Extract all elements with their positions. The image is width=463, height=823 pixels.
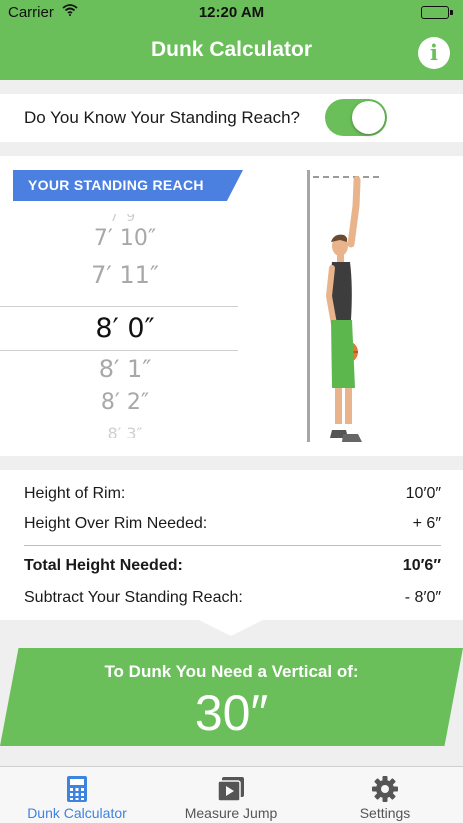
- status-bar: Carrier 12:20 AM: [0, 0, 463, 26]
- result-value: 30″: [194, 685, 269, 741]
- tab-label: Measure Jump: [184, 805, 278, 821]
- calc-pointer-arrow: [195, 618, 267, 636]
- standing-reach-toggle-row: Do You Know Your Standing Reach?: [0, 94, 463, 142]
- calc-label: Height Over Rim Needed:: [24, 515, 208, 532]
- calc-value: + 6″: [412, 515, 441, 532]
- app-header: Carrier 12:20 AM Dunk Calculator i: [0, 0, 463, 80]
- player-reaching-illustration: [318, 176, 388, 451]
- tab-settings[interactable]: Settings: [308, 767, 462, 823]
- calculator-icon: [0, 775, 154, 803]
- tab-label: Dunk Calculator: [27, 805, 127, 821]
- calc-value: - 8′0″: [404, 589, 441, 606]
- picker-option[interactable]: 8′ 2″: [0, 390, 250, 415]
- standing-reach-picker[interactable]: 7′ 9″ 7′ 10″ 7′ 11″ 8′ 0″ 8′ 1″ 8′ 2″ 8′…: [0, 214, 240, 438]
- info-icon[interactable]: i: [418, 37, 450, 69]
- picker-option[interactable]: 7′ 9″: [0, 214, 250, 226]
- picker-selection-line-bottom: [0, 350, 238, 351]
- page-title: Dunk Calculator: [150, 38, 313, 61]
- gear-icon: [308, 775, 462, 803]
- status-time: 12:20 AM: [198, 4, 265, 21]
- calc-value: 10′6″: [402, 557, 441, 574]
- picker-option[interactable]: 8′ 1″: [0, 355, 250, 383]
- standing-reach-toggle[interactable]: [325, 99, 387, 136]
- picker-selected-option[interactable]: 8′ 0″: [0, 313, 250, 344]
- tab-dunk-calculator[interactable]: Dunk Calculator: [0, 767, 154, 823]
- standing-reach-card: YOUR STANDING REACH 7′ 9″ 7′ 10″ 7′ 11″ …: [0, 156, 463, 456]
- vertical-result-banner: To Dunk You Need a Vertical of: 30″: [0, 648, 463, 746]
- picker-option[interactable]: 7′ 11″: [0, 261, 250, 289]
- calc-label: Subtract Your Standing Reach:: [24, 589, 243, 606]
- tab-measure-jump[interactable]: Measure Jump: [154, 767, 308, 823]
- picker-option[interactable]: 7′ 10″: [0, 226, 250, 251]
- calc-label: Total Height Needed:: [24, 557, 183, 574]
- standing-reach-toggle-label: Do You Know Your Standing Reach?: [24, 108, 301, 127]
- picker-selection-line-top: [0, 306, 238, 307]
- calc-divider: [24, 545, 441, 546]
- play-video-icon: [154, 775, 308, 803]
- picker-option[interactable]: 8′ 3″: [0, 424, 250, 438]
- wall-illustration: [307, 170, 310, 442]
- result-label: To Dunk You Need a Vertical of:: [104, 662, 359, 681]
- toggle-knob: [352, 101, 385, 134]
- calc-label: Height of Rim:: [24, 485, 126, 502]
- calculation-card: Height of Rim: 10′0″ Height Over Rim Nee…: [0, 470, 463, 620]
- tab-bar: Dunk Calculator Measure Jump Settings: [0, 766, 463, 823]
- battery-icon: [421, 6, 453, 19]
- standing-reach-banner-label: YOUR STANDING REACH: [28, 177, 204, 193]
- tab-label: Settings: [359, 805, 411, 821]
- calc-value: 10′0″: [405, 485, 441, 502]
- standing-reach-banner: YOUR STANDING REACH: [13, 170, 243, 201]
